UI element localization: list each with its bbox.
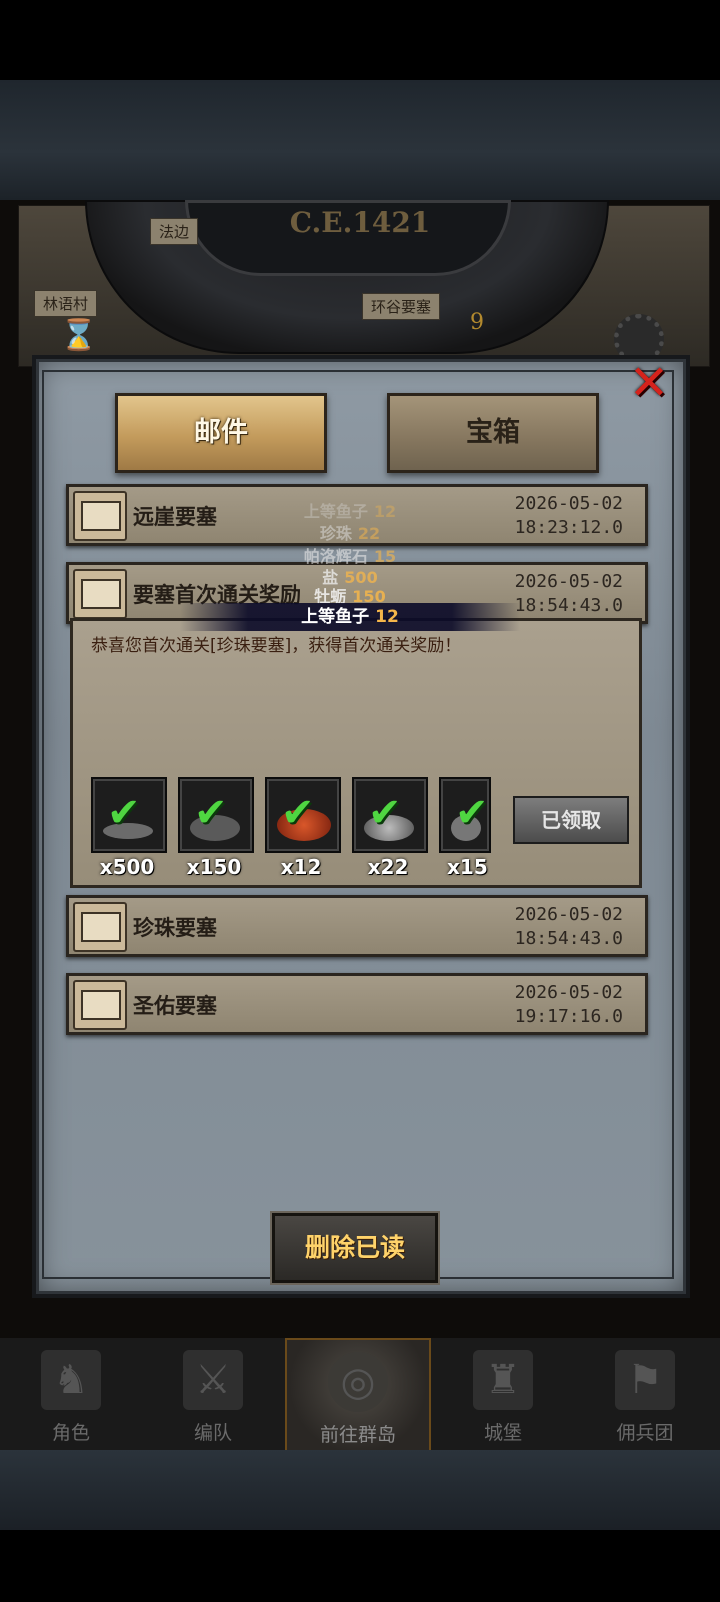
reward-slot-salt[interactable]: ✔ — [91, 777, 167, 853]
reward-slot-pearl[interactable]: ✔ — [352, 777, 428, 853]
map-label-fortress: 环谷要塞 — [362, 293, 441, 320]
year-label: C.E.1421 — [289, 206, 431, 239]
reward-popup-name: 珍珠 — [319, 524, 352, 543]
reward-popup-value: 12 — [373, 502, 397, 521]
check-icon: ✔ — [455, 790, 489, 836]
mail-datetime: 2026-05-02 18:54:43.0 — [515, 570, 623, 618]
mail-datetime: 2026-05-02 18:23:12.0 — [515, 492, 623, 540]
reward-slot-palo[interactable]: ✔ — [439, 777, 491, 853]
chest-icon — [73, 902, 127, 952]
reward-popup-line: 上等鱼子 12 — [190, 500, 510, 524]
close-icon[interactable]: ✕ — [626, 358, 672, 408]
reward-qty: x150 — [186, 855, 242, 879]
mail-time: 18:54:43.0 — [514, 928, 623, 949]
mail-date: 2026-05-02 — [514, 571, 623, 592]
squad-icon: ⚔ — [183, 1350, 243, 1410]
reward-qty: x15 — [447, 855, 488, 879]
nav-label: 编队 — [193, 1422, 232, 1444]
mail-row[interactable]: 珍珠要塞 2026-05-02 18:54:43.0 — [66, 895, 648, 957]
mercenary-icon: ⚑ — [615, 1350, 675, 1410]
mail-body: 恭喜您首次通关[珍珠要塞]，获得首次通关奖励！ ✔ x500 ✔ x150 ✔ … — [70, 618, 642, 888]
mail-time: 18:54:43.0 — [514, 595, 623, 616]
reward-popup-value: 22 — [357, 524, 381, 543]
hourglass-icon: ⌛ — [60, 318, 98, 353]
check-icon: ✔ — [368, 790, 402, 836]
reward-popup-line-current: 上等鱼子 12 — [180, 603, 520, 631]
chest-icon — [73, 491, 127, 541]
tab-chest[interactable]: 宝箱 — [387, 393, 599, 473]
nav-item-islands[interactable]: ◎ 前往群岛 — [285, 1338, 431, 1454]
nav-label: 前往群岛 — [319, 1424, 396, 1446]
mail-date: 2026-05-02 — [514, 982, 623, 1003]
globe-icon: ◎ — [328, 1352, 388, 1412]
check-icon: ✔ — [281, 790, 315, 836]
mail-message: 恭喜您首次通关[珍珠要塞]，获得首次通关奖励！ — [91, 636, 462, 656]
map-label-village: 林语村 — [34, 290, 98, 317]
check-icon: ✔ — [107, 790, 141, 836]
bottom-band — [0, 1450, 720, 1530]
reward-popup-value: 12 — [375, 607, 399, 627]
mail-time: 19:17:16.0 — [514, 1006, 623, 1027]
dial-number: 9 — [470, 310, 484, 335]
reward-popup-name: 帕洛辉石 — [303, 547, 368, 566]
mail-datetime: 2026-05-02 19:17:16.0 — [515, 981, 623, 1029]
mail-title: 圣佑要塞 — [133, 994, 217, 1018]
nav-label: 佣兵团 — [616, 1422, 674, 1444]
delete-read-button[interactable]: 删除已读 — [272, 1213, 438, 1283]
chest-icon — [73, 980, 127, 1030]
mail-time: 18:23:12.0 — [514, 517, 623, 538]
nav-item-castle[interactable]: ♜ 城堡 — [432, 1338, 574, 1450]
castle-icon: ♜ — [473, 1350, 533, 1410]
nav-item-mercenary[interactable]: ⚑ 佣兵团 — [574, 1338, 716, 1450]
nav-item-character[interactable]: ♞ 角色 — [0, 1338, 142, 1450]
reward-qty: x22 — [367, 855, 409, 879]
tab-mail[interactable]: 邮件 — [115, 393, 327, 473]
mail-datetime: 2026-05-02 18:54:43.0 — [515, 903, 623, 951]
nav-item-squad[interactable]: ⚔ 编队 — [142, 1338, 284, 1450]
check-icon: ✔ — [194, 790, 228, 836]
reward-qty: x12 — [280, 855, 322, 879]
reward-popup-name: 上等鱼子 — [301, 607, 370, 627]
nav-label: 城堡 — [483, 1422, 522, 1444]
nav-label: 角色 — [51, 1422, 90, 1444]
reward-qty: x500 — [99, 855, 155, 879]
mail-date: 2026-05-02 — [514, 493, 623, 514]
mail-title: 珍珠要塞 — [133, 916, 217, 940]
knight-icon: ♞ — [41, 1350, 101, 1410]
mail-row[interactable]: 圣佑要塞 2026-05-02 19:17:16.0 — [66, 973, 648, 1035]
reward-popup-value: 15 — [373, 547, 397, 566]
claimed-button[interactable]: 已领取 — [513, 796, 629, 844]
reward-popup-line: 珍珠 22 — [190, 522, 510, 546]
reward-popup-name: 上等鱼子 — [303, 502, 368, 521]
map-label-fabian: 法边 — [150, 218, 199, 245]
top-band — [0, 80, 720, 200]
reward-slot-roe[interactable]: ✔ — [265, 777, 341, 853]
reward-slot-oyster[interactable]: ✔ — [178, 777, 254, 853]
mail-date: 2026-05-02 — [514, 904, 623, 925]
chest-icon — [73, 569, 127, 619]
